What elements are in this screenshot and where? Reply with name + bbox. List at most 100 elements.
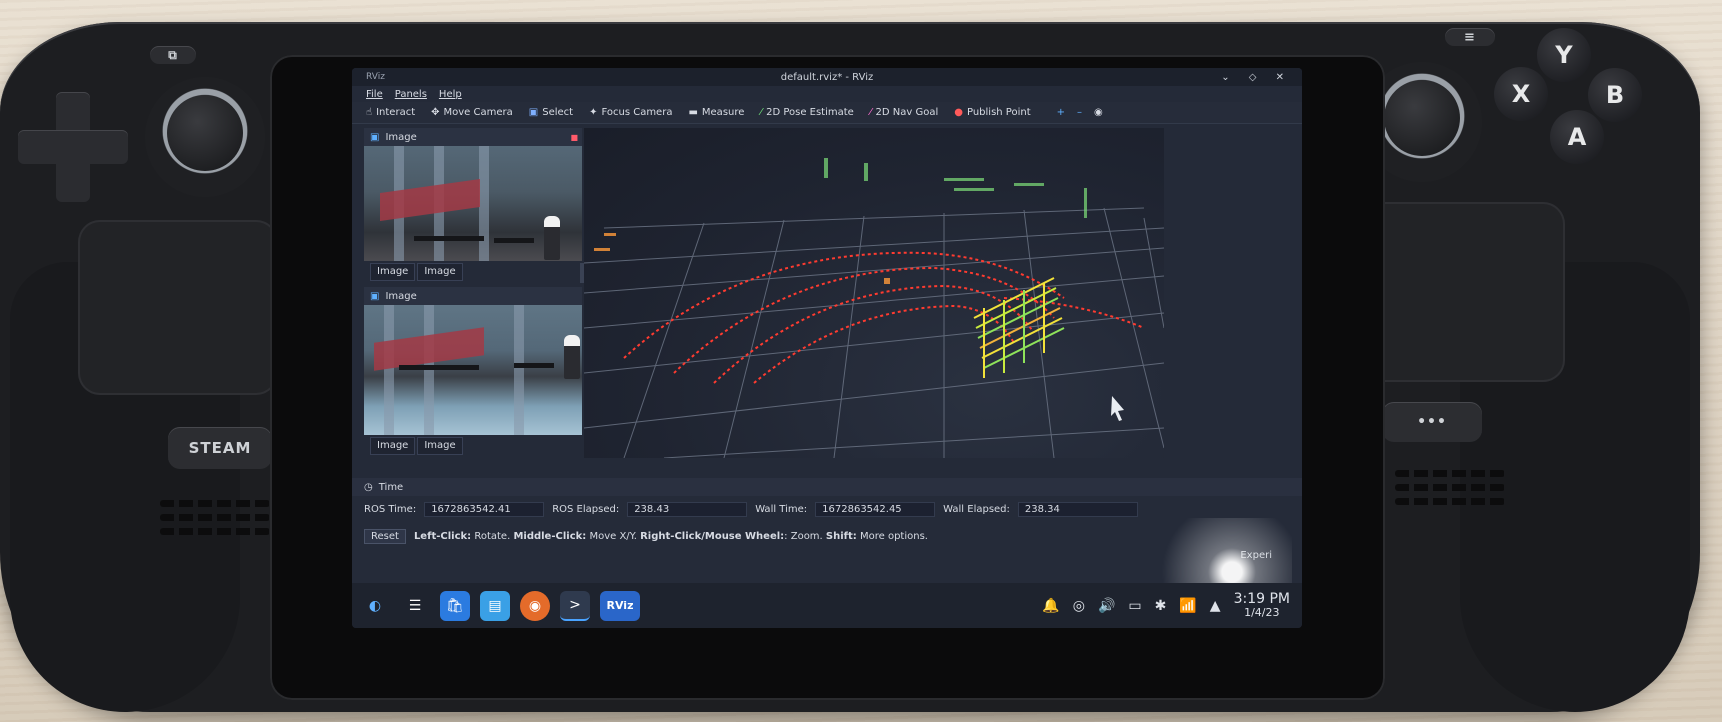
left-trackpad[interactable] bbox=[78, 220, 278, 395]
menu-bar: File Panels Help bbox=[352, 86, 1302, 102]
tab-image[interactable]: Image bbox=[370, 263, 416, 281]
ros-elapsed-label: ROS Elapsed: bbox=[552, 504, 620, 515]
camera-image-1 bbox=[364, 146, 582, 261]
notification-icon[interactable]: 🔔 bbox=[1042, 598, 1059, 614]
tool-label: 2D Pose Estimate bbox=[766, 107, 854, 118]
image-icon: ▣ bbox=[370, 131, 380, 143]
nav-arrow-icon: ⁄ bbox=[869, 107, 872, 118]
window-title: default.rviz* - RViz bbox=[780, 71, 874, 83]
tool-move-camera[interactable]: ✥ Move Camera bbox=[431, 107, 513, 118]
tool-label: Publish Point bbox=[966, 107, 1031, 118]
pin-icon: ● bbox=[954, 107, 963, 118]
time-panel-header: ◷ Time bbox=[352, 478, 1302, 496]
rviz-app-icon[interactable]: RViz bbox=[600, 590, 640, 621]
image-panel-title: Image bbox=[385, 131, 417, 143]
menu-button[interactable]: ≡ bbox=[1445, 28, 1495, 46]
menu-help[interactable]: Help bbox=[439, 89, 462, 100]
close-icon[interactable]: ■ bbox=[570, 133, 578, 142]
tool-focus-camera[interactable]: ✦ Focus Camera bbox=[589, 107, 672, 118]
tab-image[interactable]: Image bbox=[417, 437, 463, 455]
left-thumbstick-cap[interactable] bbox=[167, 95, 243, 171]
menu-panels[interactable]: Panels bbox=[395, 89, 427, 100]
quick-access-button[interactable]: ••• bbox=[1382, 402, 1482, 442]
bluetooth-icon[interactable]: ✱ bbox=[1155, 598, 1167, 614]
tab-image[interactable]: Image bbox=[417, 263, 463, 281]
dpad-horizontal[interactable] bbox=[18, 130, 128, 164]
tool-publish-point[interactable]: ● Publish Point bbox=[954, 107, 1030, 118]
clock[interactable]: 3:19 PM 1/4/23 bbox=[1234, 592, 1290, 620]
ros-elapsed-field[interactable]: 238.43 bbox=[627, 502, 748, 517]
remove-tool-button[interactable]: – bbox=[1077, 107, 1082, 118]
discover-store-icon[interactable]: 🛍 bbox=[440, 590, 470, 621]
y-button[interactable]: Y bbox=[1537, 28, 1591, 82]
tab-image[interactable]: Image bbox=[370, 437, 416, 455]
tool-measure[interactable]: ▬ Measure bbox=[688, 107, 744, 118]
terminal-icon[interactable]: > bbox=[560, 590, 590, 621]
image-panel-header: ▣ Image ■ bbox=[364, 128, 582, 146]
time-panel: ◷ Time ROS Time: 1672863542.41 ROS Elaps… bbox=[352, 478, 1302, 608]
system-tray: 🔔 ◎ 🔊 ▭ ✱ 📶 ▲ 3:19 PM 1/4/23 bbox=[1042, 592, 1302, 620]
time-panel-title: Time bbox=[378, 481, 404, 493]
rviz-window: RViz default.rviz* - RViz ⌄ ◇ ✕ File Pan… bbox=[352, 68, 1302, 608]
dpad[interactable] bbox=[18, 92, 128, 202]
toolbar-extra: + – ◉ bbox=[1057, 107, 1103, 118]
view-button[interactable]: ⧉ bbox=[150, 46, 196, 64]
file-manager-icon[interactable]: ▤ bbox=[480, 590, 510, 621]
right-trackpad[interactable] bbox=[1355, 202, 1565, 382]
select-icon: ▣ bbox=[528, 107, 539, 118]
robot-figure bbox=[564, 335, 580, 379]
image-icon: ▣ bbox=[370, 290, 380, 302]
ruler-icon: ▬ bbox=[688, 107, 698, 118]
clock-date: 1/4/23 bbox=[1244, 605, 1280, 619]
image-panels: ▣ Image ■ Image Image ▣ Image Image Imag… bbox=[364, 128, 582, 455]
tool-label: Focus Camera bbox=[601, 107, 673, 118]
add-tool-button[interactable]: + bbox=[1057, 107, 1065, 118]
ros-time-field[interactable]: 1672863542.41 bbox=[424, 502, 545, 517]
wifi-icon[interactable]: 📶 bbox=[1179, 598, 1196, 614]
window-controls[interactable]: ⌄ ◇ ✕ bbox=[1221, 72, 1292, 83]
right-speaker-grill bbox=[1395, 470, 1505, 512]
title-bar: RViz default.rviz* - RViz ⌄ ◇ ✕ bbox=[352, 68, 1302, 86]
eye-icon[interactable]: ◉ bbox=[1094, 107, 1103, 118]
left-thumbstick[interactable] bbox=[145, 77, 265, 197]
tool-interact[interactable]: ☝ Interact bbox=[366, 107, 415, 118]
right-thumbstick-cap[interactable] bbox=[1384, 80, 1460, 156]
image-panel-title: Image bbox=[385, 290, 417, 302]
app-launcher-icon[interactable]: ◐ bbox=[360, 591, 390, 621]
tool-2d-pose-estimate[interactable]: ⁄ 2D Pose Estimate bbox=[760, 107, 853, 118]
reset-button[interactable]: Reset bbox=[364, 529, 406, 544]
tool-label: 2D Nav Goal bbox=[875, 107, 939, 118]
focus-icon: ✦ bbox=[589, 107, 598, 118]
robot-figure bbox=[544, 216, 560, 260]
expand-tray-icon[interactable]: ▲ bbox=[1210, 598, 1221, 614]
menu-file[interactable]: File bbox=[366, 89, 383, 100]
wall-time-field[interactable]: 1672863542.45 bbox=[815, 502, 936, 517]
tool-label: Measure bbox=[701, 107, 745, 118]
wall-elapsed-field[interactable]: 238.34 bbox=[1017, 502, 1138, 517]
mouse-cursor-icon bbox=[1111, 396, 1124, 421]
point-cloud-grid bbox=[584, 158, 1164, 458]
tool-select[interactable]: ▣ Select bbox=[529, 107, 573, 118]
experimental-checkbox-label[interactable]: Experi bbox=[1240, 550, 1272, 561]
steam-button[interactable]: STEAM bbox=[168, 427, 272, 469]
image-tabs-2: Image Image bbox=[364, 437, 582, 455]
wall-time-label: Wall Time: bbox=[755, 504, 808, 515]
b-button[interactable]: B bbox=[1588, 68, 1642, 122]
display-screen: RViz default.rviz* - RViz ⌄ ◇ ✕ File Pan… bbox=[352, 68, 1302, 628]
image-tabs-1: Image Image bbox=[364, 263, 582, 281]
battery-icon[interactable]: ▭ bbox=[1128, 598, 1141, 614]
tool-label: Move Camera bbox=[443, 107, 513, 118]
tool-label: Interact bbox=[376, 107, 416, 118]
hand-icon: ☝ bbox=[366, 107, 373, 118]
a-button[interactable]: A bbox=[1550, 110, 1604, 164]
hint-row: Reset Left-Click: Rotate. Middle-Click: … bbox=[352, 523, 1302, 550]
firefox-icon[interactable]: ◉ bbox=[520, 590, 550, 621]
system-settings-icon[interactable]: ☰ bbox=[400, 591, 430, 621]
volume-icon[interactable]: 🔊 bbox=[1098, 598, 1115, 614]
time-values-row: ROS Time: 1672863542.41 ROS Elapsed: 238… bbox=[352, 496, 1302, 523]
taskbar: ◐ ☰ 🛍 ▤ ◉ > RViz 🔔 ◎ 🔊 ▭ ✱ 📶 ▲ 3:19 PM 1… bbox=[352, 583, 1302, 628]
steam-icon[interactable]: ◎ bbox=[1073, 598, 1085, 614]
tool-2d-nav-goal[interactable]: ⁄ 2D Nav Goal bbox=[870, 107, 938, 118]
3d-viewport[interactable] bbox=[584, 128, 1164, 458]
x-button[interactable]: X bbox=[1494, 67, 1548, 121]
